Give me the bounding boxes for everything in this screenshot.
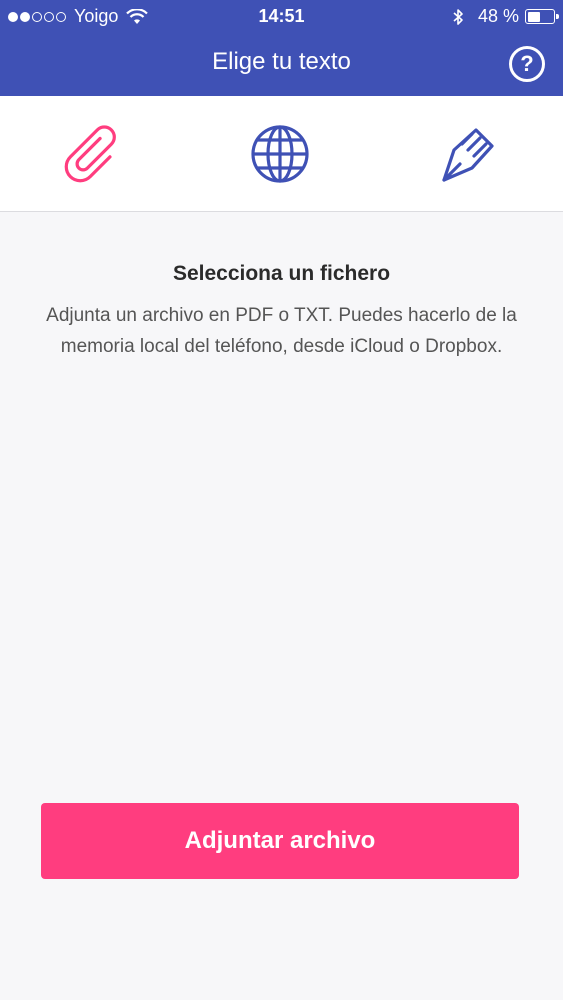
page-title: Elige tu texto [212, 48, 351, 75]
battery-fill [527, 11, 540, 22]
tab-web[interactable] [240, 116, 320, 192]
battery-percentage: 48 % [477, 6, 519, 26]
battery-icon [525, 9, 559, 24]
section-heading: Selecciona un fichero [172, 262, 391, 285]
pen-nib-icon [442, 128, 494, 182]
paperclip-icon [64, 125, 116, 183]
source-tabs [0, 96, 563, 212]
bluetooth-icon [453, 8, 463, 25]
battery-nub [556, 14, 559, 19]
help-button[interactable]: ? [509, 46, 545, 82]
app-header: Yoigo 14:51 48 % Elige tu texto ? [0, 0, 563, 96]
tab-write[interactable] [428, 116, 508, 192]
status-bar: Yoigo 14:51 48 % [0, 0, 563, 34]
section-description: Adjunta un archivo en PDF o TXT. Puedes … [46, 305, 517, 357]
help-icon: ? [520, 51, 534, 76]
attach-file-button[interactable]: Adjuntar archivo [41, 803, 519, 879]
status-right: 48 % [452, 6, 559, 27]
tab-file[interactable] [53, 116, 133, 192]
globe-icon [251, 125, 309, 183]
